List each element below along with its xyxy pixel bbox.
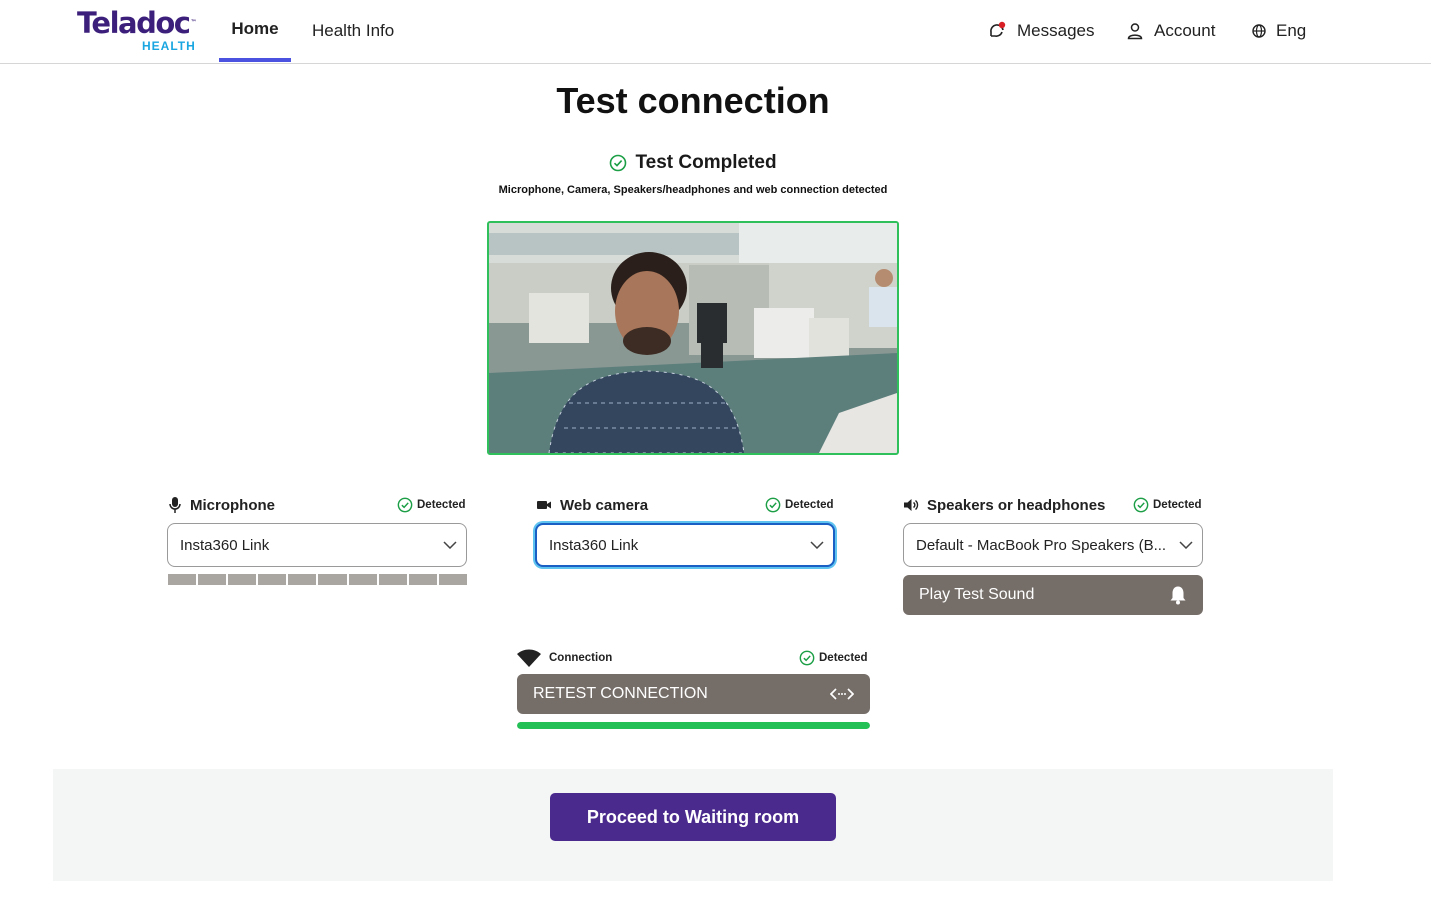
microphone-level-segment: [228, 574, 257, 585]
chevron-down-icon: [801, 541, 833, 549]
test-status: Test Completed: [0, 152, 1386, 174]
logo-trademark: ™: [190, 19, 196, 26]
microphone-level-segment: [438, 574, 467, 585]
microphone-level-segment: [288, 574, 317, 585]
connection-progress-fill: [517, 722, 870, 729]
camera-select-value: Insta360 Link: [549, 536, 639, 554]
code-arrows-icon: [830, 688, 854, 700]
video-camera-icon: [537, 501, 551, 509]
globe-icon: [1252, 24, 1266, 38]
chat-bubble-icon: [990, 21, 1006, 37]
speakers-label: Speakers or headphones: [904, 495, 1105, 515]
speakers-label-text: Speakers or headphones: [927, 496, 1106, 514]
camera-label: Web camera: [537, 495, 648, 515]
microphone-select[interactable]: Insta360 Link: [167, 523, 467, 567]
test-status-subtitle: Microphone, Camera, Speakers/headphones …: [498, 184, 888, 196]
messages-link[interactable]: Messages: [987, 0, 1094, 62]
connection-label-text: Connection: [549, 652, 613, 664]
camera-select[interactable]: Insta360 Link: [535, 523, 835, 567]
check-circle-icon: [765, 497, 781, 513]
check-circle-icon: [1133, 497, 1149, 513]
microphone-level-segment: [318, 574, 347, 585]
bell-icon: [1170, 586, 1186, 605]
nav-tab-home-label: Home: [231, 19, 279, 38]
messages-label: Messages: [1017, 21, 1095, 40]
page-title: Test connection: [556, 80, 830, 121]
microphone-level-segment: [258, 574, 287, 585]
microphone-level-segment: [198, 574, 227, 585]
account-link[interactable]: Account: [1126, 0, 1215, 62]
check-circle-icon: [799, 650, 815, 666]
proceed-to-waiting-room-button[interactable]: Proceed to Waiting room: [550, 793, 836, 841]
connection-progress-bar: [517, 722, 870, 729]
speakers-select-value: Default - MacBook Pro Speakers (B...: [916, 536, 1167, 554]
proceed-label: Proceed to Waiting room: [586, 806, 800, 827]
microphone-status-text: Detected: [417, 499, 466, 511]
test-status-title: Test Completed: [635, 152, 777, 173]
language-label: Eng: [1276, 21, 1307, 40]
top-navigation-bar: Teladoc™ HEALTH Home Health Info Message…: [0, 0, 1431, 64]
microphone-level-segment: [408, 574, 437, 585]
check-circle-icon: [610, 154, 627, 172]
camera-status: Detected: [765, 495, 834, 515]
camera-label-text: Web camera: [560, 496, 649, 514]
logo-wordmark: Teladoc: [77, 6, 191, 40]
retest-connection-label: RETEST CONNECTION: [533, 685, 708, 702]
nav-tab-health-info[interactable]: Health Info: [312, 0, 394, 62]
account-label: Account: [1154, 21, 1216, 40]
speaker-icon: [904, 499, 919, 511]
language-selector[interactable]: Eng: [1252, 0, 1306, 62]
microphone-label: Microphone: [168, 495, 275, 515]
microphone-level-segment: [378, 574, 407, 585]
microphone-level-segment: [348, 574, 377, 585]
microphone-select-value: Insta360 Link: [180, 536, 270, 554]
camera-feed-image: [489, 223, 897, 453]
connection-label: Connection: [517, 648, 612, 668]
connection-status-text: Detected: [819, 652, 868, 664]
microphone-label-text: Microphone: [190, 496, 275, 514]
wifi-icon: [517, 649, 541, 667]
speakers-status: Detected: [1133, 495, 1202, 515]
nav-tab-home[interactable]: Home: [219, 0, 291, 62]
play-test-sound-button[interactable]: Play Test Sound: [903, 575, 1203, 615]
chevron-down-icon: [1170, 541, 1202, 549]
chevron-down-icon: [434, 541, 466, 549]
speakers-status-text: Detected: [1153, 499, 1202, 511]
microphone-icon: [169, 497, 181, 513]
camera-status-text: Detected: [785, 499, 834, 511]
microphone-level-meter: [168, 574, 467, 585]
connection-status: Detected: [799, 648, 868, 668]
teladoc-health-logo[interactable]: Teladoc™ HEALTH: [77, 6, 196, 53]
microphone-status: Detected: [397, 495, 466, 515]
person-icon: [1127, 23, 1143, 40]
retest-connection-button[interactable]: RETEST CONNECTION: [517, 674, 870, 714]
microphone-level-segment: [168, 574, 197, 585]
speakers-select[interactable]: Default - MacBook Pro Speakers (B...: [903, 523, 1203, 567]
nav-tab-health-info-label: Health Info: [312, 21, 395, 40]
camera-preview: [487, 221, 899, 455]
check-circle-icon: [397, 497, 413, 513]
play-test-sound-label: Play Test Sound: [919, 586, 1035, 603]
logo-subtitle: HEALTH: [142, 39, 196, 53]
